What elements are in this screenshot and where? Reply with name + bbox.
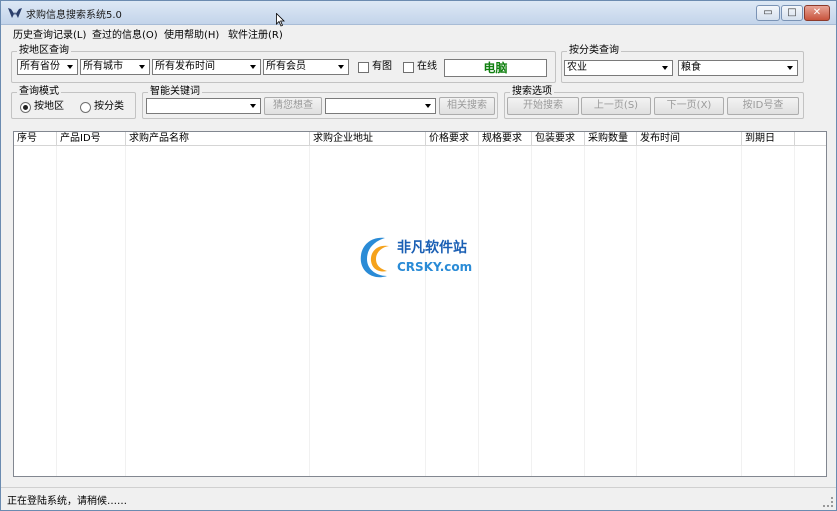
category-query-title: 按分类查询 <box>567 45 621 57</box>
column-divider <box>584 146 585 476</box>
crsky-logo-icon <box>360 237 389 278</box>
province-value: 所有省份 <box>20 61 60 72</box>
column-divider <box>309 146 310 476</box>
has-image-checkbox[interactable] <box>358 62 369 73</box>
search-by-id-button[interactable]: 按ID号查 <box>727 97 799 115</box>
app-logo-icon <box>8 8 22 18</box>
keyword-select[interactable] <box>146 98 261 114</box>
resize-grip-icon[interactable] <box>823 497 833 507</box>
col-header-price[interactable]: 价格要求 <box>426 132 479 146</box>
col-header-spec[interactable]: 规格要求 <box>479 132 532 146</box>
member-value: 所有会员 <box>266 61 306 72</box>
col-header-product-id[interactable]: 产品ID号 <box>57 132 126 146</box>
related-select[interactable] <box>325 98 436 114</box>
column-divider <box>794 146 795 476</box>
crsky-watermark: 非凡软件站 CRSKY.com <box>355 232 483 282</box>
menu-help[interactable]: 使用帮助(H) <box>162 26 221 41</box>
related-search-button[interactable]: 相关搜索 <box>439 97 495 115</box>
column-divider <box>56 146 57 476</box>
subcategory-value: 粮食 <box>681 62 701 73</box>
column-divider <box>741 146 742 476</box>
col-header-seq[interactable]: 序号 <box>14 132 57 146</box>
has-image-label: 有图 <box>372 61 392 72</box>
title-bar[interactable]: 求购信息搜索系统5.0 ▭ □ ✕ <box>1 1 836 25</box>
menu-history[interactable]: 历史查询记录(L) <box>11 26 88 41</box>
start-search-button[interactable]: 开始搜索 <box>507 97 579 115</box>
category-value: 农业 <box>567 62 587 73</box>
online-label: 在线 <box>417 61 437 72</box>
next-page-button[interactable]: 下一页(X) <box>654 97 724 115</box>
subcategory-select[interactable]: 粮食 <box>678 60 798 76</box>
col-header-address[interactable]: 求购企业地址 <box>310 132 426 146</box>
minimize-button[interactable]: ▭ <box>756 5 780 21</box>
chevron-down-icon <box>247 100 259 112</box>
by-region-radio[interactable] <box>20 102 31 113</box>
member-select[interactable]: 所有会员 <box>263 59 349 75</box>
col-header-publish-time[interactable]: 发布时间 <box>637 132 742 146</box>
by-category-label: 按分类 <box>94 101 124 112</box>
close-button[interactable]: ✕ <box>804 5 830 21</box>
column-divider <box>636 146 637 476</box>
chevron-down-icon <box>335 61 347 73</box>
status-display: 电脑 <box>444 59 547 77</box>
col-header-quantity[interactable]: 采购数量 <box>585 132 637 146</box>
chevron-down-icon <box>64 61 76 73</box>
status-bar: 正在登陆系统，请稍候…… <box>1 487 836 510</box>
app-window: 求购信息搜索系统5.0 ▭ □ ✕ 历史查询记录(L) 查过的信息(O) 使用帮… <box>0 0 837 511</box>
prev-page-button[interactable]: 上一页(S) <box>581 97 651 115</box>
col-header-expiry[interactable]: 到期日 <box>742 132 795 146</box>
chevron-down-icon <box>247 61 259 73</box>
table-header: 序号 产品ID号 求购产品名称 求购企业地址 价格要求 规格要求 包装要求 采购… <box>14 132 826 146</box>
results-table[interactable]: 序号 产品ID号 求购产品名称 求购企业地址 价格要求 规格要求 包装要求 采购… <box>13 131 827 477</box>
query-mode-title: 查询模式 <box>17 86 61 98</box>
col-header-product-name[interactable]: 求购产品名称 <box>126 132 310 146</box>
chevron-down-icon <box>422 100 434 112</box>
watermark-domain: CRSKY.com <box>397 260 473 274</box>
by-region-label: 按地区 <box>34 101 64 112</box>
menu-register[interactable]: 软件注册(R) <box>226 26 285 41</box>
status-text: 正在登陆系统，请稍候…… <box>7 496 127 507</box>
status-display-value: 电脑 <box>483 61 508 75</box>
menu-viewed[interactable]: 查过的信息(O) <box>90 26 160 41</box>
chevron-down-icon <box>659 62 671 74</box>
publish-time-value: 所有发布时间 <box>155 61 215 72</box>
chevron-down-icon <box>136 61 148 73</box>
province-select[interactable]: 所有省份 <box>17 59 78 75</box>
menu-bar: 历史查询记录(L) 查过的信息(O) 使用帮助(H) 软件注册(R) <box>1 25 836 41</box>
maximize-button[interactable]: □ <box>781 5 803 21</box>
mouse-cursor-icon <box>276 13 285 27</box>
column-divider <box>531 146 532 476</box>
column-divider <box>425 146 426 476</box>
by-category-radio[interactable] <box>80 102 91 113</box>
column-divider <box>478 146 479 476</box>
column-divider <box>125 146 126 476</box>
watermark-title: 非凡软件站 <box>397 240 467 256</box>
online-checkbox[interactable] <box>403 62 414 73</box>
window-title: 求购信息搜索系统5.0 <box>26 10 122 21</box>
keyword-title: 智能关键词 <box>148 86 202 98</box>
chevron-down-icon <box>784 62 796 74</box>
publish-time-select[interactable]: 所有发布时间 <box>152 59 261 75</box>
region-query-title: 按地区查询 <box>17 45 71 57</box>
city-select[interactable]: 所有城市 <box>80 59 150 75</box>
col-header-package[interactable]: 包装要求 <box>532 132 585 146</box>
city-value: 所有城市 <box>83 61 123 72</box>
category-select[interactable]: 农业 <box>564 60 673 76</box>
guess-button[interactable]: 猜您想查 <box>264 97 322 115</box>
